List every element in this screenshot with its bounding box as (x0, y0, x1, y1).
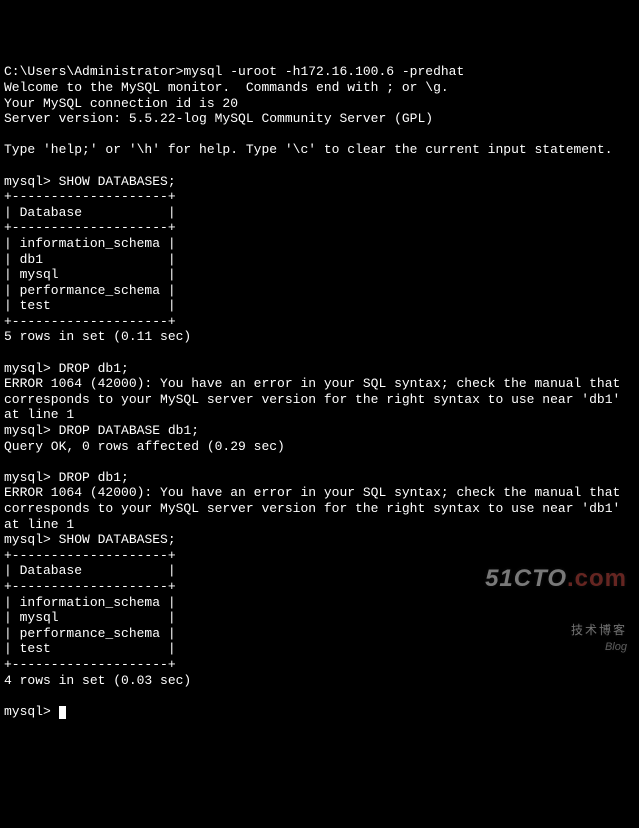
drop-db1-cmd-1: DROP db1; (59, 361, 129, 376)
mysql-prompt: mysql> (4, 361, 51, 376)
help-line: Type 'help;' or '\h' for help. Type '\c'… (4, 142, 613, 157)
error-line: at line 1 (4, 407, 74, 422)
mysql-prompt: mysql> (4, 470, 51, 485)
mysql-prompt: mysql> (4, 174, 51, 189)
error-line: at line 1 (4, 517, 74, 532)
query-ok-line: Query OK, 0 rows affected (0.29 sec) (4, 439, 285, 454)
path-prompt: C:\Users\Administrator> (4, 64, 183, 79)
table-row: | performance_schema | (4, 283, 176, 298)
table2-border-bot: +--------------------+ (4, 657, 176, 672)
error-line: corresponds to your MySQL server version… (4, 501, 620, 516)
table1-border-bot: +--------------------+ (4, 314, 176, 329)
table-row: | information_schema | (4, 236, 176, 251)
mysql-prompt: mysql> (4, 423, 51, 438)
connection-id: Your MySQL connection id is 20 (4, 96, 238, 111)
table1-border-top: +--------------------+ (4, 189, 176, 204)
table-row: | test | (4, 641, 176, 656)
drop-database-cmd: DROP DATABASE db1; (59, 423, 199, 438)
server-version: Server version: 5.5.22-log MySQL Communi… (4, 111, 433, 126)
connect-command: mysql -uroot -h172.16.100.6 -predhat (183, 64, 464, 79)
table-row: | mysql | (4, 267, 176, 282)
error-line: ERROR 1064 (42000): You have an error in… (4, 485, 620, 500)
drop-db1-cmd-2: DROP db1; (59, 470, 129, 485)
table-row: | test | (4, 298, 176, 313)
table1-summary: 5 rows in set (0.11 sec) (4, 329, 191, 344)
terminal-output[interactable]: C:\Users\Administrator>mysql -uroot -h17… (4, 64, 635, 719)
table-row: | db1 | (4, 252, 176, 267)
show-databases-cmd-2: SHOW DATABASES; (59, 532, 176, 547)
error-line: ERROR 1064 (42000): You have an error in… (4, 376, 620, 391)
mysql-prompt: mysql> (4, 704, 51, 719)
table2-border-top: +--------------------+ (4, 548, 176, 563)
table1-header: | Database | (4, 205, 176, 220)
table2-border-mid: +--------------------+ (4, 579, 176, 594)
error-line: corresponds to your MySQL server version… (4, 392, 620, 407)
table2-header: | Database | (4, 563, 176, 578)
table-row: | information_schema | (4, 595, 176, 610)
welcome-line: Welcome to the MySQL monitor. Commands e… (4, 80, 449, 95)
show-databases-cmd-1: SHOW DATABASES; (59, 174, 176, 189)
table-row: | mysql | (4, 610, 176, 625)
table-row: | performance_schema | (4, 626, 176, 641)
table1-border-mid: +--------------------+ (4, 220, 176, 235)
mysql-prompt: mysql> (4, 532, 51, 547)
table2-summary: 4 rows in set (0.03 sec) (4, 673, 191, 688)
cursor-icon[interactable] (59, 706, 66, 719)
